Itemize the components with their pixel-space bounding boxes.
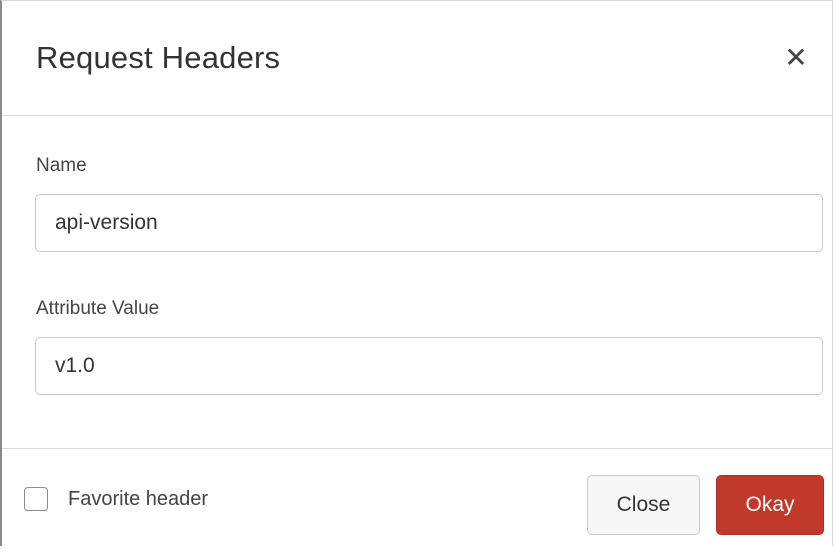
favorite-header-toggle[interactable]: Favorite header [24,487,208,511]
dialog-title: Request Headers [36,40,281,75]
dialog-header: Request Headers ✕ [2,1,832,116]
okay-button[interactable]: Okay [716,475,824,535]
name-input[interactable] [35,194,823,252]
favorite-header-label: Favorite header [68,487,209,510]
close-button[interactable]: Close [587,475,700,535]
attribute-value-label: Attribute Value [36,298,160,319]
attribute-value-input[interactable] [35,337,823,395]
dialog-body: Name Attribute Value [2,116,832,448]
name-label: Name [36,155,87,176]
close-icon[interactable]: ✕ [782,44,810,72]
request-headers-dialog: Request Headers ✕ Name Attribute Value F… [0,0,833,546]
favorite-header-checkbox[interactable] [24,487,48,511]
dialog-footer: Favorite header Close Okay [2,448,832,549]
